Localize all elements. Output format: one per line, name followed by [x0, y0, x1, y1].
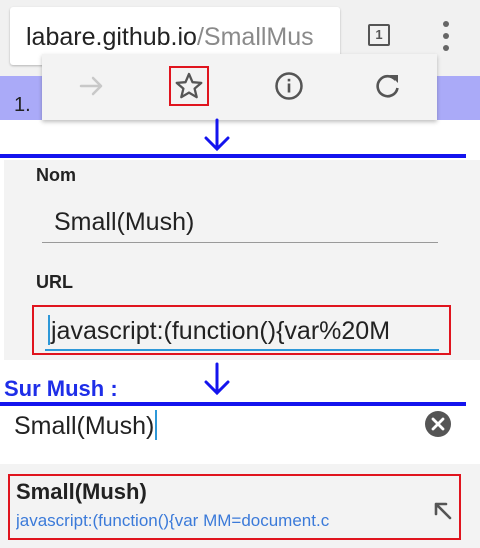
name-label: Nom — [36, 165, 76, 185]
refine-arrow-icon[interactable] — [430, 498, 456, 524]
bookmark-name-field[interactable]: Small(Mush) — [42, 198, 438, 243]
annotation-down-arrow-icon — [204, 118, 230, 152]
menu-icon-row — [42, 54, 437, 120]
url-highlight-box: javascript:(function(){var%20M — [32, 305, 451, 355]
sur-mush-caption: Sur Mush : — [4, 376, 118, 401]
suggestion-item[interactable]: Small(Mush) javascript:(function(){var M… — [8, 474, 461, 540]
page-list-number: 1. — [14, 94, 31, 116]
omnibox-url: labare.github.io/SmallMus — [26, 23, 314, 51]
suggestions-list: Small(Mush) javascript:(function(){var M… — [0, 464, 480, 548]
star-icon — [175, 72, 203, 99]
search-bar: Small(Mush) — [0, 406, 480, 464]
bookmark-url-value: javascript:(function(){var%20M — [51, 317, 391, 345]
text-caret — [155, 410, 158, 440]
clear-icon[interactable] — [424, 410, 452, 438]
annotation-down-arrow-icon — [204, 362, 230, 396]
url-label: URL — [36, 272, 73, 292]
bookmark-star-button[interactable] — [169, 66, 209, 106]
bookmark-edit-form: Nom Small(Mush) URL javascript:(function… — [4, 160, 480, 360]
bookmark-name-value: Small(Mush) — [54, 208, 195, 236]
tab-switcher-button[interactable]: 1 — [368, 24, 390, 46]
refresh-icon[interactable] — [370, 68, 406, 104]
overflow-menu-icon[interactable] — [434, 20, 458, 52]
suggestion-url: javascript:(function(){var MM=document.c — [16, 511, 330, 530]
search-input[interactable]: Small(Mush) — [14, 410, 158, 441]
annotation-divider — [0, 154, 466, 158]
text-caret — [48, 315, 50, 345]
suggestion-title: Small(Mush) — [16, 479, 147, 504]
info-icon[interactable] — [271, 68, 307, 104]
bookmark-url-field[interactable]: javascript:(function(){var%20M — [45, 315, 439, 351]
forward-arrow-icon[interactable] — [74, 68, 110, 104]
